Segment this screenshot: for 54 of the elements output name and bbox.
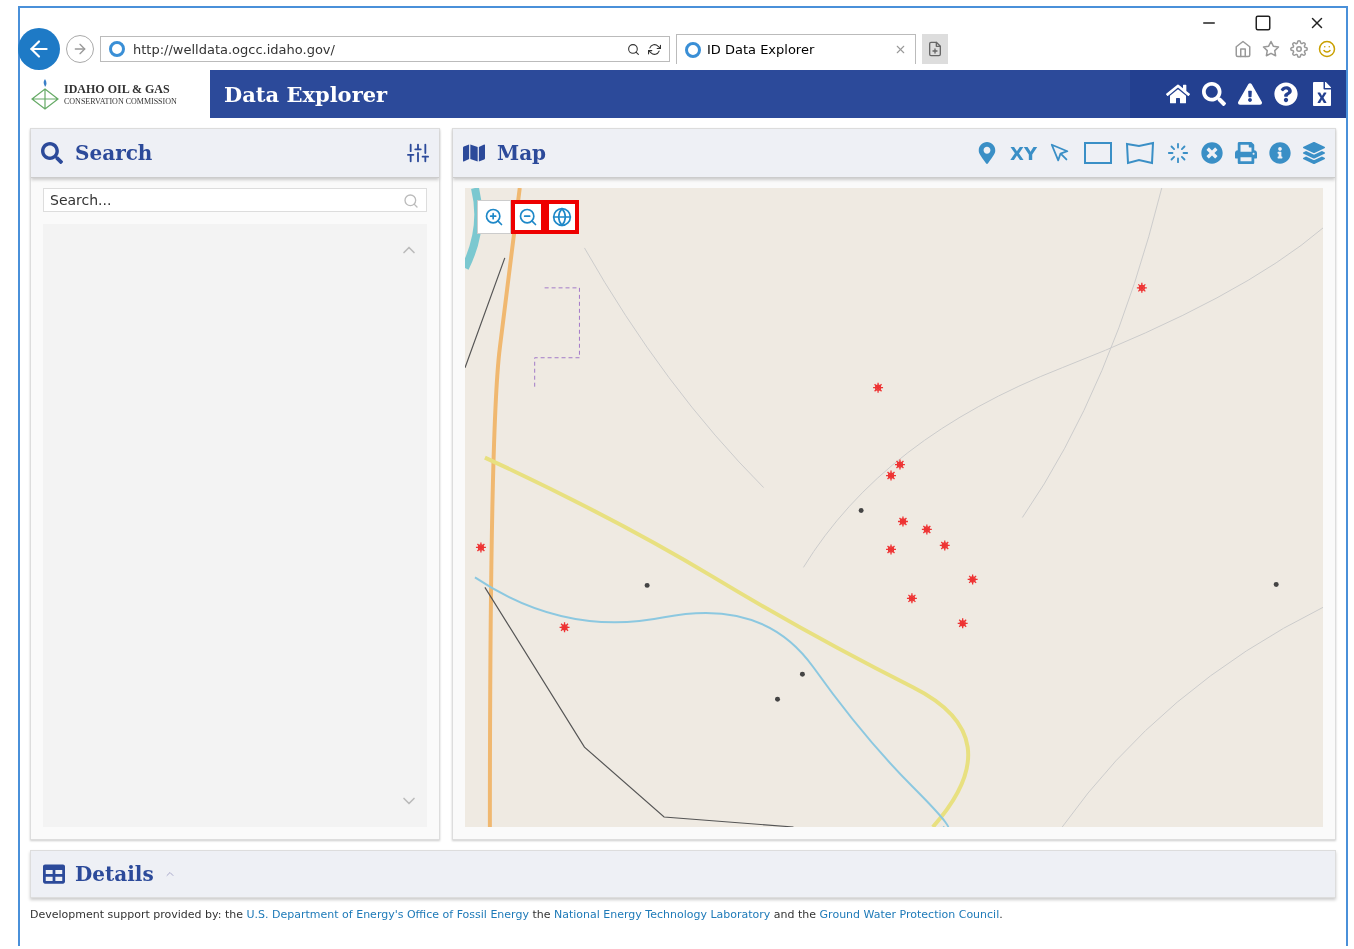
panel-title: Search: [75, 141, 153, 165]
map-icon: [463, 142, 485, 164]
refresh-icon[interactable]: [648, 42, 661, 56]
smiley-icon[interactable]: [1318, 40, 1336, 58]
footer-link[interactable]: National Energy Technology Laboratory: [553, 908, 771, 921]
home-icon[interactable]: [1166, 82, 1190, 106]
spinner-icon[interactable]: [1167, 142, 1189, 164]
address-text: http://welldata.ogcc.idaho.gov/: [133, 41, 335, 57]
search-icon: [403, 193, 419, 209]
search-icon: [41, 142, 63, 164]
details-panel[interactable]: Details: [30, 850, 1336, 898]
panel-title: Map: [497, 141, 547, 165]
warning-icon[interactable]: [1238, 82, 1262, 106]
rectangle-select-icon[interactable]: [1083, 141, 1113, 165]
diamond-logo-icon: [30, 77, 60, 111]
tab-title: ID Data Explorer: [707, 42, 815, 57]
search-icon[interactable]: [627, 42, 640, 56]
arrow-right-icon: [72, 41, 88, 57]
logo-title: IDAHO OIL & GAS: [64, 82, 171, 97]
browser-tab[interactable]: ID Data Explorer: [676, 34, 916, 64]
polygon-select-icon[interactable]: [1125, 141, 1155, 165]
sliders-icon[interactable]: [407, 142, 429, 164]
browser-icon: [685, 41, 701, 58]
pointer-icon[interactable]: [1049, 142, 1071, 164]
new-tab-button[interactable]: [922, 34, 948, 64]
maximize-icon[interactable]: [1254, 14, 1272, 32]
close-tab-icon[interactable]: [894, 43, 907, 56]
panel-title: Details: [75, 862, 154, 886]
footer-text: Development support provided by: the U.S. Department of Energy's Office of Fossil Energy the National Energy Technology Laboratory and the Ground Water Protection Council.: [30, 908, 1004, 921]
table-icon: [43, 863, 65, 885]
globe-button[interactable]: [545, 200, 579, 234]
info-icon[interactable]: [1269, 142, 1291, 164]
help-icon[interactable]: [1274, 82, 1298, 106]
clear-icon[interactable]: [1201, 142, 1223, 164]
search-icon[interactable]: [1202, 82, 1226, 106]
zoom-out-button[interactable]: [511, 200, 545, 234]
globe-icon: [552, 207, 572, 227]
search-field[interactable]: Search...: [43, 188, 427, 212]
browser-icon: [109, 41, 125, 57]
print-icon[interactable]: [1235, 142, 1257, 164]
new-page-icon: [927, 41, 943, 57]
zoom-in-icon: [484, 207, 504, 227]
footer-link[interactable]: U.S. Department of Energy's Office of Fossil Energy: [246, 908, 529, 921]
layers-icon[interactable]: [1303, 142, 1325, 164]
spreadsheet-icon[interactable]: [1310, 82, 1334, 106]
star-icon[interactable]: [1262, 40, 1280, 58]
app-title: Data Explorer: [223, 80, 388, 109]
xy-tool[interactable]: XY: [1010, 142, 1037, 164]
settings-icon[interactable]: [1290, 40, 1308, 58]
zoom-in-button[interactable]: [477, 200, 511, 234]
zoom-out-icon: [518, 207, 538, 227]
address-bar[interactable]: http://welldata.ogcc.idaho.gov/: [100, 36, 670, 62]
logo-subtitle: CONSERVATION COMMISSION: [64, 97, 177, 106]
back-button[interactable]: [18, 28, 60, 70]
